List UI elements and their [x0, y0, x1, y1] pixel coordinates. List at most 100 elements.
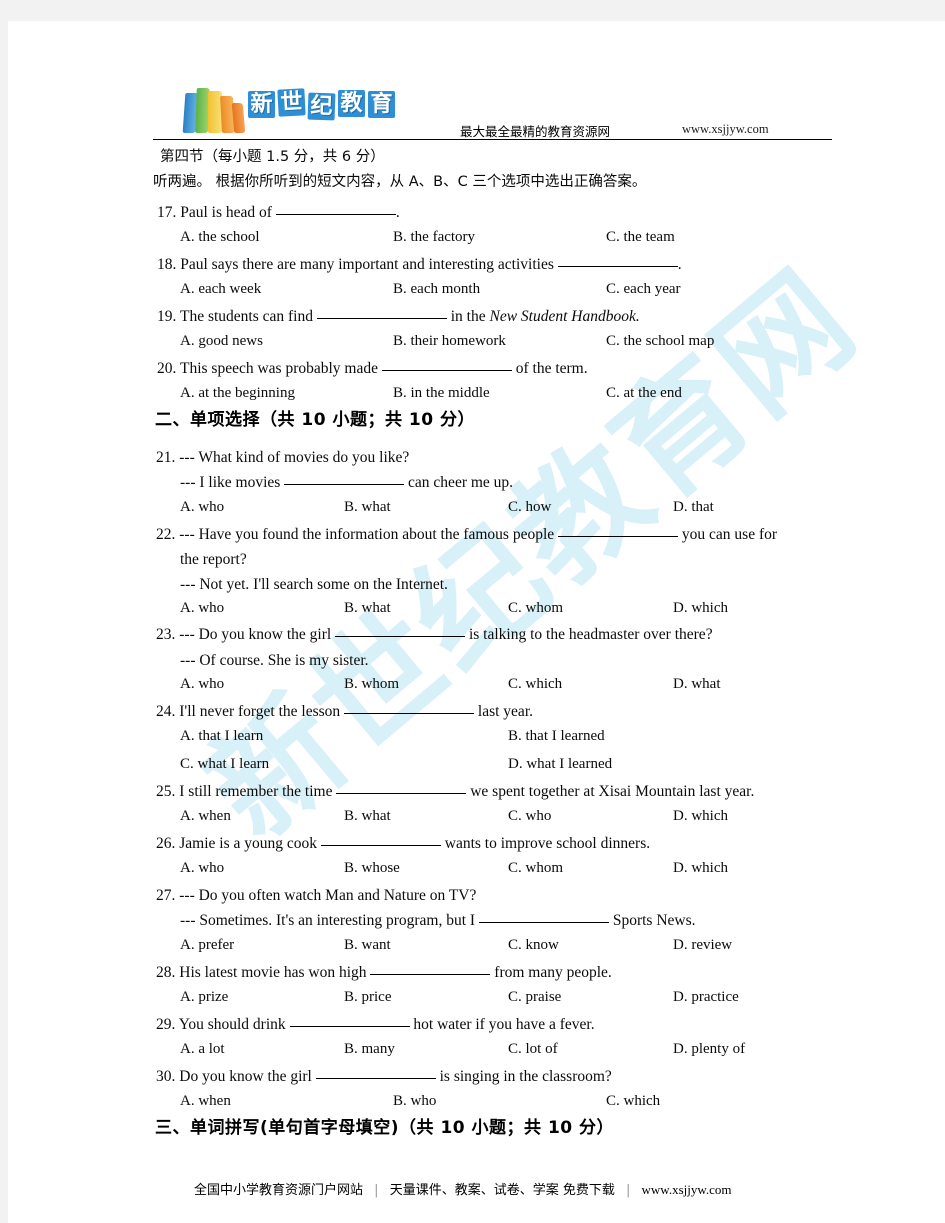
option-b[interactable]: B. their homework — [393, 333, 506, 350]
question-text: Jamie is a young cook — [179, 835, 318, 852]
option-a[interactable]: A. at the beginning — [180, 385, 295, 402]
logo-char: 育 — [368, 91, 395, 118]
option-c[interactable]: C. the school map — [606, 333, 714, 350]
question-number: 21. — [156, 449, 176, 466]
option-d[interactable]: D. which — [673, 860, 728, 877]
answer-blank[interactable] — [558, 536, 679, 537]
option-d[interactable]: D. plenty of — [673, 1041, 745, 1058]
footer-middle-text: 天量课件、教案、试卷、学案 免费下载 — [389, 1183, 615, 1198]
option-b[interactable]: B. what — [344, 499, 391, 516]
question-21-line2: --- I like movies can cheer me up. — [180, 474, 513, 492]
option-a[interactable]: A. good news — [180, 333, 263, 350]
option-a[interactable]: A. prefer — [180, 937, 234, 954]
question-27-line2: --- Sometimes. It's an interesting progr… — [180, 912, 696, 930]
answer-blank[interactable] — [320, 845, 441, 846]
answer-blank[interactable] — [381, 370, 512, 371]
option-c[interactable]: C. whom — [508, 860, 563, 877]
question-tail: hot water if you have a fever. — [413, 1016, 595, 1033]
question-26-line1: 26. Jamie is a young cook wants to impro… — [156, 835, 650, 853]
option-c[interactable]: C. who — [508, 808, 551, 825]
option-b[interactable]: B. want — [344, 937, 391, 954]
option-d[interactable]: D. that — [673, 499, 714, 516]
option-b[interactable]: B. who — [393, 1093, 436, 1110]
answer-blank[interactable] — [284, 484, 405, 485]
option-c[interactable]: C. which — [508, 676, 562, 693]
site-logo: 新 世 纪 教 育 — [182, 85, 395, 133]
option-d[interactable]: D. practice — [673, 989, 739, 1006]
option-d[interactable]: D. review — [673, 937, 732, 954]
option-c[interactable]: C. at the end — [606, 385, 682, 402]
question-text: --- I like movies — [180, 474, 281, 491]
option-c[interactable]: C. know — [508, 937, 559, 954]
answer-blank[interactable] — [316, 318, 447, 319]
logo-char: 世 — [277, 88, 306, 117]
question-22-line2: the report? — [180, 551, 247, 568]
answer-blank[interactable] — [289, 1026, 410, 1027]
option-c[interactable]: C. whom — [508, 600, 563, 617]
question-25-line1: 25. I still remember the time we spent t… — [156, 783, 754, 801]
option-d[interactable]: D. what I learned — [508, 756, 612, 773]
option-a[interactable]: A. the school — [180, 229, 260, 246]
question-tail: is talking to the headmaster over there? — [468, 626, 713, 643]
question-text: --- Do you know the girl — [179, 626, 332, 643]
question-30-line1: 30. Do you know the girl is singing in t… — [156, 1068, 612, 1086]
option-c[interactable]: C. what I learn — [180, 756, 269, 773]
option-c[interactable]: C. which — [606, 1093, 660, 1110]
answer-blank[interactable] — [275, 214, 396, 215]
option-b[interactable]: B. what — [344, 808, 391, 825]
option-a[interactable]: A. a lot — [180, 1041, 225, 1058]
option-a[interactable]: A. who — [180, 676, 224, 693]
question-tail: wants to improve school dinners. — [444, 835, 651, 852]
answer-blank[interactable] — [370, 974, 491, 975]
option-a[interactable]: A. each week — [180, 281, 261, 298]
option-a[interactable]: A. when — [180, 1093, 231, 1110]
option-c[interactable]: C. praise — [508, 989, 561, 1006]
option-c[interactable]: C. each year — [606, 281, 681, 298]
question-22-line3: --- Not yet. I'll search some on the Int… — [180, 576, 448, 593]
answer-blank[interactable] — [557, 266, 678, 267]
question-28-line1: 28. His latest movie has won high from m… — [156, 964, 612, 982]
option-b[interactable]: B. that I learned — [508, 728, 605, 745]
answer-blank[interactable] — [344, 713, 475, 714]
option-c[interactable]: C. lot of — [508, 1041, 558, 1058]
option-d[interactable]: D. what — [673, 676, 721, 693]
option-b[interactable]: B. what — [344, 600, 391, 617]
option-b[interactable]: B. whose — [344, 860, 400, 877]
logo-char: 教 — [338, 90, 365, 117]
question-text: --- Do you often watch Man and Nature on… — [179, 887, 477, 904]
option-a[interactable]: A. when — [180, 808, 231, 825]
option-c[interactable]: C. how — [508, 499, 551, 516]
option-a[interactable]: A. prize — [180, 989, 228, 1006]
option-b[interactable]: B. many — [344, 1041, 395, 1058]
question-text: His latest movie has won high — [179, 964, 367, 981]
question-text: I still remember the time — [179, 783, 333, 800]
option-b[interactable]: B. in the middle — [393, 385, 490, 402]
option-d[interactable]: D. which — [673, 600, 728, 617]
question-text: Paul is head of — [180, 204, 272, 221]
question-text: --- What kind of movies do you like? — [179, 449, 410, 466]
option-a[interactable]: A. who — [180, 600, 224, 617]
option-a[interactable]: A. who — [180, 499, 224, 516]
option-a[interactable]: A. who — [180, 860, 224, 877]
option-d[interactable]: D. which — [673, 808, 728, 825]
option-c[interactable]: C. the team — [606, 229, 675, 246]
question-text: --- Have you found the information about… — [179, 526, 555, 543]
option-b[interactable]: B. the factory — [393, 229, 475, 246]
option-b[interactable]: B. whom — [344, 676, 399, 693]
option-a[interactable]: A. that I learn — [180, 728, 263, 745]
answer-blank[interactable] — [315, 1078, 436, 1079]
logo-char: 纪 — [307, 92, 336, 121]
question-tail: can cheer me up. — [408, 474, 514, 491]
question-number: 19. — [157, 308, 177, 325]
answer-blank[interactable] — [478, 922, 609, 923]
question-text: Paul says there are many important and i… — [180, 256, 554, 273]
answer-blank[interactable] — [336, 793, 467, 794]
option-b[interactable]: B. each month — [393, 281, 480, 298]
option-b[interactable]: B. price — [344, 989, 391, 1006]
question-text: You should drink — [178, 1016, 286, 1033]
question-text: I'll never forget the lesson — [179, 703, 341, 720]
question-21-line1: 21. --- What kind of movies do you like? — [156, 449, 409, 467]
question-23-line1: 23. --- Do you know the girl is talking … — [156, 626, 713, 644]
answer-blank[interactable] — [335, 636, 466, 637]
question-tail: from many people. — [494, 964, 612, 981]
